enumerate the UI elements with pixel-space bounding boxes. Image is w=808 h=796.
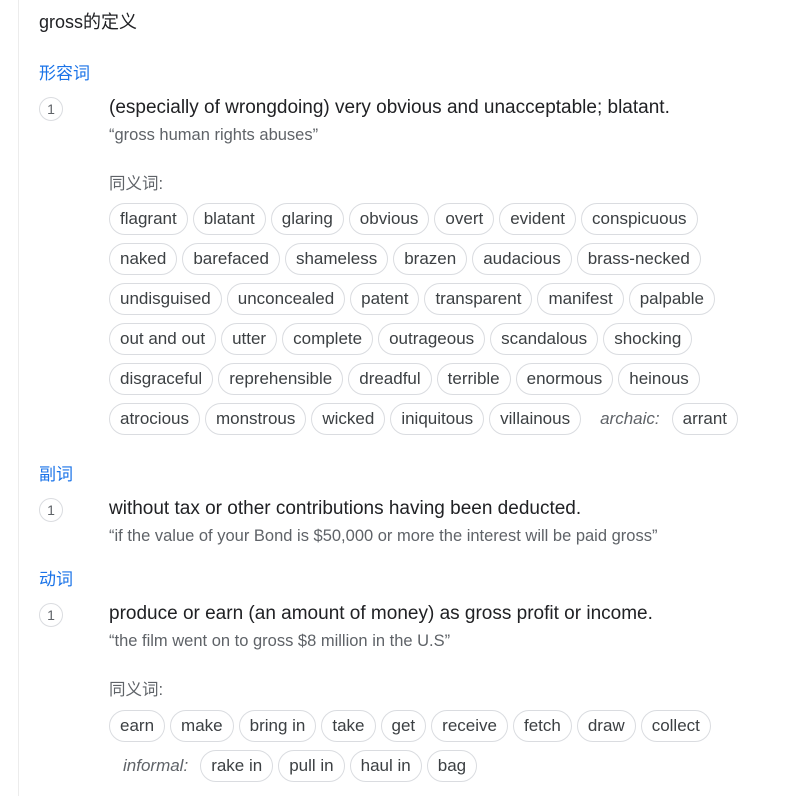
synonym-chip[interactable]: out and out [109,323,217,355]
synonym-chip[interactable]: palpable [628,283,715,315]
register-label: informal: [123,756,189,775]
example-verb: “the film went on to gross $8 million in… [109,632,451,650]
synonym-row: atrocious monstrous wicked iniquitous villai… [109,403,743,435]
sense-number: 1 [39,498,63,522]
synonym-row: earn make bring in take get receive fetch draw c… [109,710,716,742]
synonym-chip[interactable]: transparent [424,283,533,315]
synonym-chip[interactable]: overt [434,203,495,235]
pos-adverb: 副词 [39,465,73,484]
synonym-chip[interactable]: receive [431,710,508,742]
example-adjective: “gross human rights abuses” [109,126,319,144]
synonym-chip[interactable]: flagrant [109,203,188,235]
synonym-chip[interactable]: dreadful [348,363,432,395]
synonym-chip[interactable]: glaring [270,203,344,235]
synonym-chip[interactable]: complete [282,323,374,355]
synonym-chip[interactable]: villainous [489,403,582,435]
sense-number: 1 [39,603,63,627]
synonym-row: undisguised unconcealed patent transparent m… [109,283,720,315]
synonym-chip[interactable]: atrocious [109,403,200,435]
synonym-chip[interactable]: earn [109,710,166,742]
synonym-chip[interactable]: barefaced [182,243,280,275]
synonym-row: disgraceful reprehensible dreadful terrible… [109,363,705,395]
synonym-chip[interactable]: undisguised [109,283,222,315]
left-divider [18,0,19,796]
synonyms-label: 同义词: [109,175,164,193]
synonym-chip[interactable]: shameless [284,243,389,275]
synonym-chip[interactable]: monstrous [204,403,307,435]
synonym-chip[interactable]: obvious [348,203,430,235]
definition-verb: produce or earn (an amount of money) as … [109,603,653,624]
synonym-chip[interactable]: get [380,710,427,742]
synonym-chip[interactable]: heinous [618,363,700,395]
synonym-chip[interactable]: brazen [393,243,468,275]
synonym-chip[interactable]: enormous [515,363,614,395]
sense-number: 1 [39,97,63,121]
synonym-row: flagrant blatant glaring obvious overt eviden… [109,203,703,235]
synonym-chip[interactable]: manifest [537,283,624,315]
synonym-chip[interactable]: patent [350,283,420,315]
synonym-chip[interactable]: audacious [472,243,572,275]
synonym-chip[interactable]: naked [109,243,178,275]
synonym-chip[interactable]: utter [221,323,278,355]
register-label: archaic: [600,409,660,428]
synonym-chip[interactable]: brass-necked [576,243,701,275]
synonym-chip[interactable]: outrageous [378,323,486,355]
synonym-chip[interactable]: shocking [603,323,693,355]
synonym-chip[interactable]: reprehensible [218,363,344,395]
synonym-chip[interactable]: take [321,710,376,742]
synonym-chip[interactable]: iniquitous [390,403,485,435]
synonym-chip[interactable]: blatant [192,203,266,235]
synonym-chip[interactable]: unconcealed [226,283,346,315]
synonym-chip[interactable]: fetch [512,710,572,742]
synonym-row: out and out utter complete outrageous scanda… [109,323,697,355]
synonym-chip[interactable]: disgraceful [109,363,214,395]
synonym-chip[interactable]: scandalous [490,323,599,355]
synonym-chip[interactable]: conspicuous [581,203,698,235]
synonym-chip[interactable]: bring in [238,710,317,742]
synonym-chip[interactable]: terrible [436,363,511,395]
synonym-row: naked barefaced shameless brazen audacious br… [109,243,706,275]
pos-verb: 动词 [39,570,73,589]
example-adverb: “if the value of your Bond is $50,000 or… [109,527,658,545]
definition-adverb: without tax or other contributions havin… [109,498,582,519]
definition-adjective: (especially of wrongdoing) very obvious … [109,97,670,118]
synonym-chip[interactable]: bag [426,750,478,782]
synonym-chip[interactable]: arrant [671,403,739,435]
synonym-chip[interactable]: evident [499,203,577,235]
synonym-chip[interactable]: make [170,710,234,742]
synonym-chip[interactable]: wicked [311,403,386,435]
synonym-chip[interactable]: draw [576,710,636,742]
synonym-chip[interactable]: haul in [349,750,422,782]
page-title: gross的定义 [39,12,138,32]
pos-adjective: 形容词 [39,64,90,83]
register-row: informal: rake in pull in haul in bag [109,750,482,782]
synonym-chip[interactable]: rake in [200,750,274,782]
synonym-chip[interactable]: collect [640,710,711,742]
synonyms-label: 同义词: [109,681,164,699]
synonym-chip[interactable]: pull in [278,750,345,782]
